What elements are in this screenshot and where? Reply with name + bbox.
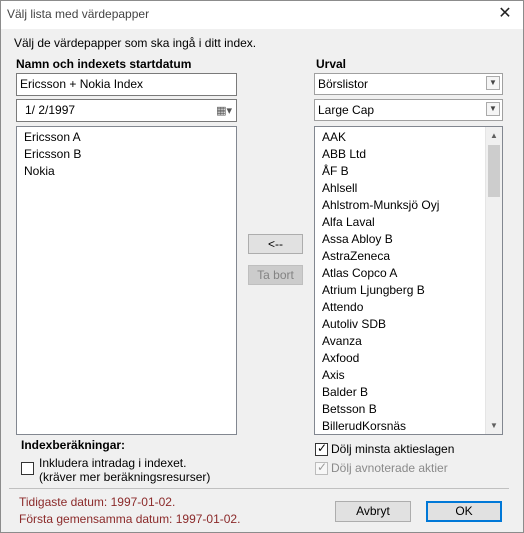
calc-heading: Indexberäkningar: bbox=[21, 438, 126, 452]
start-date-picker[interactable]: 1/ 2/1997 ▦▾ bbox=[16, 99, 237, 122]
remove-button[interactable]: Ta bort bbox=[248, 265, 303, 285]
title-bar: Välj lista med värdepapper ✕ bbox=[1, 1, 523, 29]
available-security-item[interactable]: Betsson B bbox=[315, 401, 485, 418]
hide-smallest-label: Dölj minsta aktieslagen bbox=[331, 442, 455, 456]
available-security-item[interactable]: BillerudKorsnäs bbox=[315, 418, 485, 434]
available-security-item[interactable]: ÅF B bbox=[315, 163, 485, 180]
available-security-item[interactable]: AAK bbox=[315, 129, 485, 146]
checkmark-icon: ✓ bbox=[317, 441, 328, 455]
source-select-value: Börslistor bbox=[318, 77, 369, 91]
earliest-date-text: Tidigaste datum: 1997-01-02. bbox=[19, 495, 176, 509]
list-select[interactable]: Large Cap ▼ bbox=[314, 99, 503, 121]
scroll-up-icon[interactable]: ▲ bbox=[486, 127, 502, 144]
available-security-item[interactable]: AstraZeneca bbox=[315, 248, 485, 265]
first-common-date-text: Första gemensamma datum: 1997-01-02. bbox=[19, 512, 241, 526]
scroll-down-icon[interactable]: ▼ bbox=[486, 417, 502, 434]
available-security-item[interactable]: Ahlstrom-Munksjö Oyj bbox=[315, 197, 485, 214]
intraday-label-line1: Inkludera intradag i indexet. bbox=[39, 456, 187, 470]
hide-delisted-label: Dölj avnoterade aktier bbox=[331, 461, 448, 475]
available-security-item[interactable]: Avanza bbox=[315, 333, 485, 350]
selected-security-item[interactable]: Ericsson A bbox=[17, 129, 236, 146]
available-security-item[interactable]: Attendo bbox=[315, 299, 485, 316]
vertical-scrollbar[interactable]: ▲ ▼ bbox=[485, 127, 502, 434]
hide-delisted-checkbox[interactable]: ✓ bbox=[315, 460, 328, 475]
available-security-item[interactable]: Balder B bbox=[315, 384, 485, 401]
available-security-item[interactable]: Ahlsell bbox=[315, 180, 485, 197]
index-name-input[interactable]: Ericsson + Nokia Index bbox=[16, 73, 237, 96]
calendar-icon[interactable]: ▦▾ bbox=[216, 103, 232, 119]
available-security-item[interactable]: Alfa Laval bbox=[315, 214, 485, 231]
scroll-thumb[interactable] bbox=[488, 145, 500, 197]
dialog-window: Välj lista med värdepapper ✕ Välj de vär… bbox=[0, 0, 524, 533]
selected-security-item[interactable]: Ericsson B bbox=[17, 146, 236, 163]
selected-security-item[interactable]: Nokia bbox=[17, 163, 236, 180]
cancel-button[interactable]: Avbryt bbox=[335, 501, 411, 522]
available-security-item[interactable]: Atrium Ljungberg B bbox=[315, 282, 485, 299]
chevron-down-icon[interactable]: ▼ bbox=[486, 102, 500, 116]
available-security-item[interactable]: Autoliv SDB bbox=[315, 316, 485, 333]
selection-heading: Urval bbox=[316, 57, 347, 71]
available-security-item[interactable]: Axfood bbox=[315, 350, 485, 367]
divider bbox=[9, 488, 509, 489]
checkmark-icon: ✓ bbox=[317, 460, 328, 474]
hide-smallest-checkbox[interactable]: ✓ bbox=[315, 441, 328, 456]
instruction-text: Välj de värdepapper som ska ingå i ditt … bbox=[14, 36, 257, 50]
intraday-checkbox[interactable] bbox=[21, 462, 34, 475]
start-date-value: 1/ 2/1997 bbox=[25, 103, 76, 117]
intraday-label: Inkludera intradag i indexet. (kräver me… bbox=[39, 456, 210, 484]
ok-button[interactable]: OK bbox=[426, 501, 502, 522]
available-security-item[interactable]: Assa Abloy B bbox=[315, 231, 485, 248]
close-icon[interactable]: ✕ bbox=[493, 3, 517, 25]
available-security-item[interactable]: Axis bbox=[315, 367, 485, 384]
chevron-down-icon[interactable]: ▼ bbox=[486, 76, 500, 90]
list-select-value: Large Cap bbox=[318, 103, 375, 117]
source-select[interactable]: Börslistor ▼ bbox=[314, 73, 503, 95]
add-to-index-button[interactable]: <-- bbox=[248, 234, 303, 254]
name-date-heading: Namn och indexets startdatum bbox=[16, 57, 192, 71]
window-title: Välj lista med värdepapper bbox=[7, 7, 150, 21]
selected-securities-list[interactable]: Ericsson A Ericsson B Nokia bbox=[16, 126, 237, 435]
available-securities-list[interactable]: AAK ABB Ltd ÅF B Ahlsell Ahlstrom-Munksjö Oy… bbox=[314, 126, 503, 435]
available-security-item[interactable]: Atlas Copco A bbox=[315, 265, 485, 282]
intraday-label-line2: (kräver mer beräkningsresurser) bbox=[39, 470, 211, 484]
available-security-item[interactable]: ABB Ltd bbox=[315, 146, 485, 163]
